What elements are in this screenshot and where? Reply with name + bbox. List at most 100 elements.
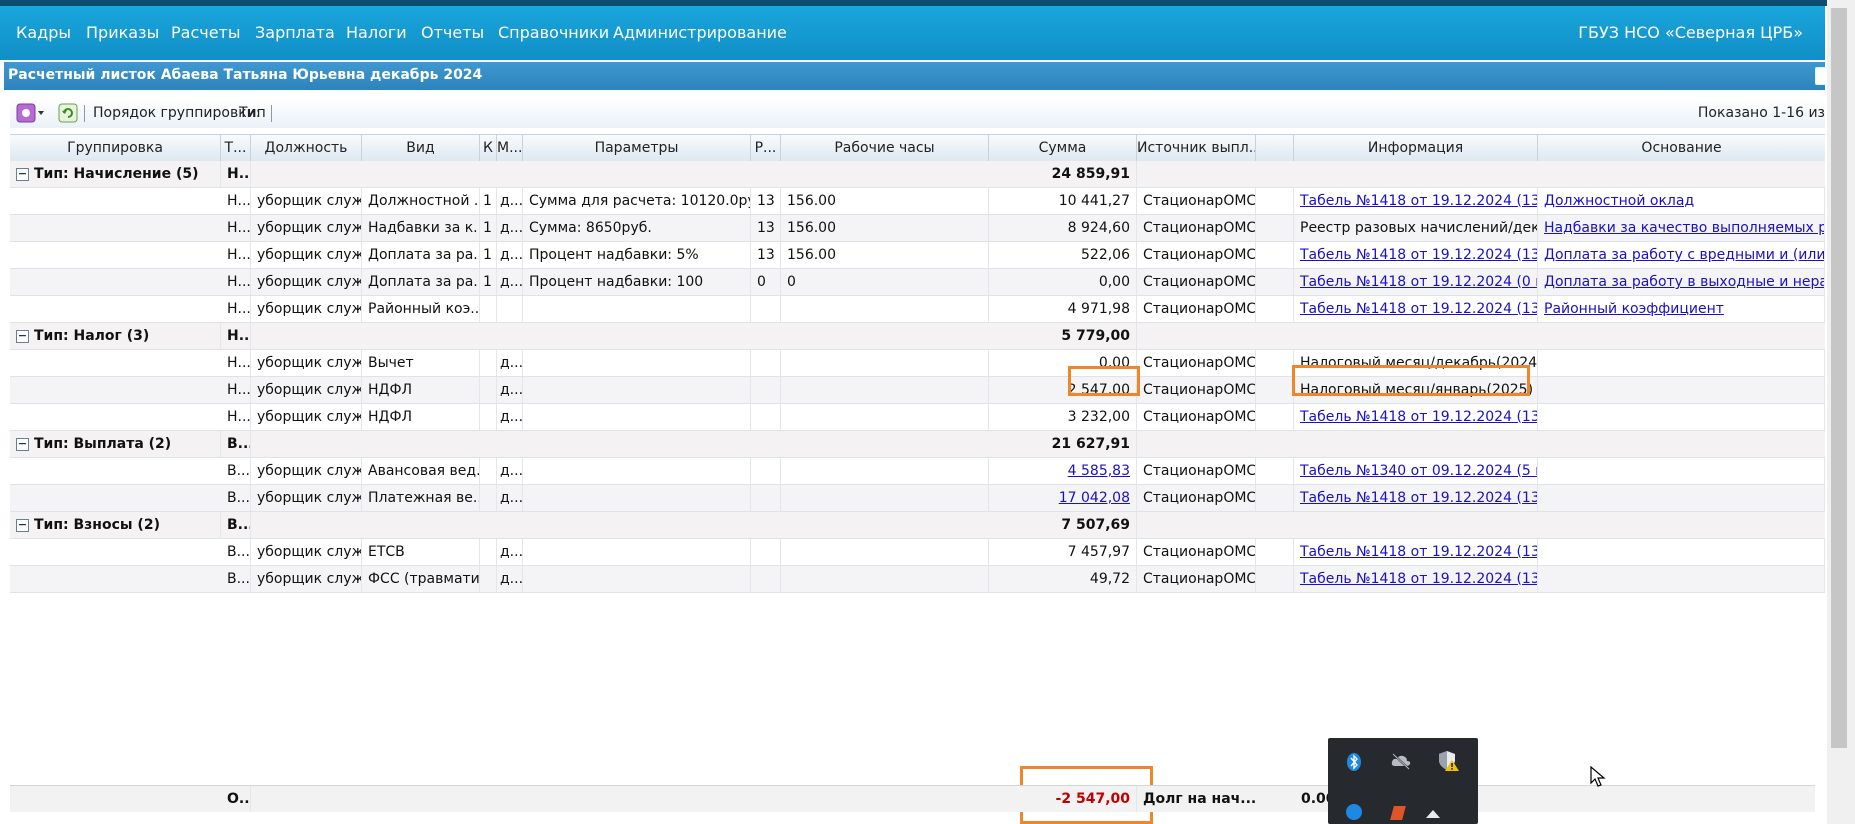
- table-row[interactable]: Н... уборщик служ... Надбавки за к... 1 …: [10, 215, 1825, 242]
- sum-link[interactable]: 4 585,83: [989, 458, 1137, 484]
- cell-source: СтационарОМС: [1137, 269, 1256, 295]
- group-label-cell[interactable]: − Тип: Начисление (5): [10, 161, 221, 187]
- col-r[interactable]: Р...: [751, 135, 781, 161]
- collapse-icon[interactable]: −: [16, 437, 29, 451]
- col-basis[interactable]: Основание: [1538, 135, 1825, 161]
- scrollbar-thumb[interactable]: [1831, 8, 1847, 748]
- cell-kind: НДФЛ: [362, 377, 480, 403]
- chevron-up-icon[interactable]: [1426, 810, 1440, 818]
- nav-nalogi[interactable]: Налоги: [346, 23, 407, 42]
- nav-zarplata[interactable]: Зарплата: [255, 23, 335, 42]
- col-type[interactable]: Т...: [221, 135, 251, 161]
- table-row[interactable]: Н... уборщик служ... НДФЛ д... 3 232,00 …: [10, 404, 1825, 431]
- info-link[interactable]: Табель №1418 от 19.12.2024 (13 ...: [1294, 404, 1538, 430]
- basis-link[interactable]: Должностной оклад: [1538, 188, 1825, 214]
- cell-sum: 4 971,98: [989, 296, 1137, 322]
- shown-count: Показано 1-16 из: [1697, 105, 1825, 121]
- settings-dropdown-button[interactable]: [16, 103, 46, 123]
- info-link[interactable]: Табель №1418 от 19.12.2024 (13 ...: [1294, 566, 1538, 592]
- cell-position: уборщик служ...: [251, 458, 362, 484]
- shield-warning-icon[interactable]: [1438, 750, 1460, 772]
- table-row[interactable]: В... уборщик служ... ЕТСВ д... 7 457,97 …: [10, 539, 1825, 566]
- table-row[interactable]: Н... уборщик служ... Вычет д... 0,00 Ста…: [10, 350, 1825, 377]
- tray-app-icon[interactable]: [1390, 806, 1406, 820]
- vertical-scrollbar[interactable]: [1827, 0, 1855, 824]
- nav-kadry[interactable]: Кадры: [16, 23, 71, 42]
- info-link[interactable]: Табель №1340 от 09.12.2024 (5 и...: [1294, 458, 1538, 484]
- nav-otchety[interactable]: Отчеты: [421, 23, 484, 42]
- col-params[interactable]: Параметры: [523, 135, 751, 161]
- table-row[interactable]: Н... уборщик служ... НДФЛ д... 2 547,00 …: [10, 377, 1825, 404]
- cell-r: 0: [751, 269, 781, 295]
- cell-k: 1: [480, 188, 497, 214]
- cell-k: [480, 458, 497, 484]
- col-extra[interactable]: [1256, 135, 1294, 161]
- cell-params: Процент надбавки: 100: [523, 269, 751, 295]
- col-m[interactable]: М...: [497, 135, 523, 161]
- cell-r: [751, 485, 781, 511]
- basis-link[interactable]: Районный коэффициент: [1538, 296, 1825, 322]
- nav-raschety[interactable]: Расчеты: [171, 23, 241, 42]
- group-row-accrual[interactable]: −Тип: Начисление (5) Н... 24 859,91: [10, 161, 1825, 188]
- info-link[interactable]: Табель №1418 от 19.12.2024 (0 и...: [1294, 269, 1538, 295]
- cell-kind: Надбавки за к...: [362, 215, 480, 241]
- col-position[interactable]: Должность: [251, 135, 362, 161]
- group-row-contributions[interactable]: − Тип: Взносы (2) В... 7 507,69: [10, 512, 1825, 539]
- group-type: В...: [221, 512, 251, 538]
- cell-sum: 10 441,27: [989, 188, 1137, 214]
- basis-link[interactable]: Доплата за работу с вредными и (или) о..…: [1538, 242, 1825, 268]
- cell-sum: 7 457,97: [989, 539, 1137, 565]
- col-hours[interactable]: Рабочие часы: [781, 135, 989, 161]
- info-link[interactable]: Табель №1418 от 19.12.2024 (13 ...: [1294, 296, 1538, 322]
- table-row[interactable]: В... уборщик служ... ФСС (травмати... д.…: [10, 566, 1825, 593]
- group-label-cell[interactable]: − Тип: Выплата (2): [10, 431, 221, 457]
- table-row[interactable]: Н... уборщик служ... Доплата за ра... 1 …: [10, 269, 1825, 296]
- col-info[interactable]: Информация: [1294, 135, 1538, 161]
- table-row[interactable]: В... уборщик служ... Авансовая вед... д.…: [10, 458, 1825, 485]
- cell-kind: Доплата за ра...: [362, 242, 480, 268]
- table-row[interactable]: Н... уборщик служ... Доплата за ра... 1 …: [10, 242, 1825, 269]
- grouping-value[interactable]: Тип: [239, 105, 266, 121]
- tray-app-icon[interactable]: [1346, 804, 1362, 820]
- col-kind[interactable]: Вид: [362, 135, 480, 161]
- cloud-off-icon[interactable]: [1390, 752, 1412, 770]
- col-k[interactable]: К: [480, 135, 497, 161]
- group-label-cell[interactable]: − Тип: Налог (3): [10, 323, 221, 349]
- col-source[interactable]: Источник выпл...: [1137, 135, 1256, 161]
- cell-hours: 156.00: [781, 188, 989, 214]
- cell-position: уборщик служ...: [251, 188, 362, 214]
- info-link[interactable]: Табель №1418 от 19.12.2024 (13 ...: [1294, 485, 1538, 511]
- cell-extra: [1256, 350, 1294, 376]
- table-row[interactable]: В... уборщик служ... Платежная ве... д..…: [10, 485, 1825, 512]
- info-link[interactable]: Табель №1418 от 19.12.2024 (13 ...: [1294, 242, 1538, 268]
- cell-type: Н...: [221, 296, 251, 322]
- cell-extra: [1256, 269, 1294, 295]
- col-grouping[interactable]: Группировка: [10, 135, 221, 161]
- collapse-icon[interactable]: −: [16, 518, 29, 532]
- basis-link[interactable]: Надбавки за качество выполняемых раб...: [1538, 215, 1825, 241]
- basis-link[interactable]: Доплата за работу в выходные и нерабо...: [1538, 269, 1825, 295]
- info-link[interactable]: Табель №1418 от 19.12.2024 (13 ...: [1294, 539, 1538, 565]
- sum-link[interactable]: 17 042,08: [989, 485, 1137, 511]
- nav-prikazy[interactable]: Приказы: [86, 23, 159, 42]
- cell-hours: [781, 539, 989, 565]
- refresh-button[interactable]: [58, 103, 78, 123]
- collapse-icon[interactable]: −: [16, 167, 29, 181]
- cell-kind: Авансовая вед...: [362, 458, 480, 484]
- group-row-payout[interactable]: − Тип: Выплата (2) В... 21 627,91: [10, 431, 1825, 458]
- cell-hours: 156.00: [781, 242, 989, 268]
- toolbar-separator: [84, 105, 85, 122]
- toolbar-separator: [271, 105, 272, 122]
- nav-spravochniki[interactable]: Справочники: [498, 23, 609, 42]
- col-sum[interactable]: Сумма: [989, 135, 1137, 161]
- bluetooth-icon[interactable]: [1346, 752, 1362, 772]
- group-label-cell[interactable]: − Тип: Взносы (2): [10, 512, 221, 538]
- collapse-icon[interactable]: −: [16, 329, 29, 343]
- table-row[interactable]: Н... уборщик служ... Должностной ... 1 д…: [10, 188, 1825, 215]
- group-row-tax[interactable]: −Тип: Налог (3) Н... 5 779,00: [10, 323, 1825, 350]
- table-row[interactable]: Н... уборщик служ... Районный коэ... 4 9…: [10, 296, 1825, 323]
- cell-type: В...: [221, 458, 251, 484]
- info-link[interactable]: Табель №1418 от 19.12.2024 (13 ...: [1294, 188, 1538, 214]
- group-label: Тип: Налог (3): [34, 328, 150, 344]
- nav-administrirovanie[interactable]: Администрирование: [613, 23, 787, 42]
